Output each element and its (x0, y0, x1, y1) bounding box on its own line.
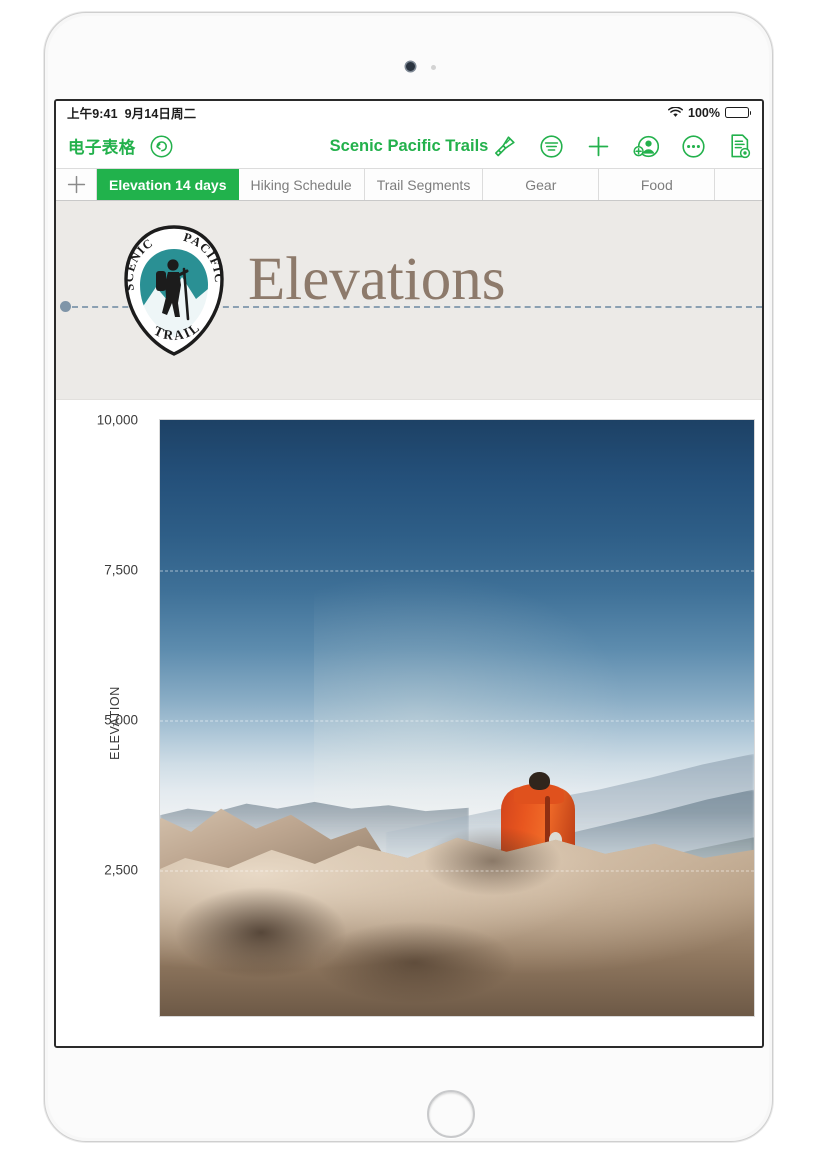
insert-plus-icon[interactable] (586, 134, 611, 159)
sheet-tab-hiking-schedule[interactable]: Hiking Schedule (238, 169, 365, 200)
chart-plot-area[interactable] (159, 419, 755, 1017)
sheet-tab-trail-segments[interactable]: Trail Segments (364, 169, 484, 200)
sheet-tab-gear[interactable]: Gear (483, 169, 600, 200)
gridline-5000 (160, 720, 754, 722)
undo-icon[interactable] (150, 135, 173, 158)
y-tick-10000: 10,000 (96, 412, 138, 428)
app-toolbar: 电子表格 Scenic Pacific Trails (56, 124, 762, 168)
photo-rock-shadow-3 (421, 825, 564, 897)
add-sheet-button[interactable] (56, 169, 97, 200)
status-bar: 上午9:41 9月14日周二 100% (56, 101, 762, 124)
battery-full-icon (725, 107, 752, 118)
sheet-title-elevations[interactable]: Elevations (248, 245, 506, 315)
sheet-canvas[interactable]: SCENIC PACIFIC TRAILS Elevations ELEVATI… (56, 201, 762, 1046)
sheet-tab-elevation-14-days[interactable]: Elevation 14 days (97, 169, 239, 200)
status-bar-right: 100% (668, 105, 752, 120)
sheet-tab-bar: Elevation 14 days Hiking Schedule Trail … (56, 168, 762, 201)
y-axis-tick-labels: 10,000 7,500 5,000 2,500 (56, 400, 148, 1045)
home-button[interactable] (427, 1090, 475, 1138)
document-view-icon[interactable] (728, 133, 752, 159)
collaborate-add-person-icon[interactable] (633, 134, 659, 159)
toolbar-actions (492, 133, 752, 159)
paintbrush-format-icon[interactable] (492, 134, 517, 159)
sheet-tab-food[interactable]: Food (599, 169, 716, 200)
hiker-head (528, 771, 551, 790)
status-date: 9月14日周二 (124, 107, 197, 121)
organize-filter-icon[interactable] (539, 134, 564, 159)
ambient-light-sensor-icon (431, 65, 436, 70)
photo-rock-shadow-2 (314, 920, 517, 1005)
status-bar-left: 上午9:41 9月14日周二 (67, 103, 196, 122)
scenic-pacific-trails-logo[interactable]: SCENIC PACIFIC TRAILS (113, 211, 230, 358)
y-tick-2500: 2,500 (104, 862, 138, 878)
gridline-7500 (160, 570, 754, 572)
photo-sun-glow (314, 551, 659, 826)
status-time: 上午9:41 (67, 107, 118, 121)
y-tick-5000: 5,000 (104, 712, 138, 728)
gridline-2500 (160, 870, 754, 872)
front-camera-icon (406, 62, 415, 71)
sheet-header-band: SCENIC PACIFIC TRAILS Elevations (56, 201, 762, 400)
y-tick-7500: 7,500 (104, 562, 138, 578)
ipad-screen: 上午9:41 9月14日周二 100% 电子表格 Scenic Pacific … (54, 99, 764, 1048)
battery-percent-label: 100% (688, 105, 720, 120)
selection-handle-dot[interactable] (60, 301, 71, 312)
back-to-spreadsheets-button[interactable]: 电子表格 (68, 134, 136, 158)
more-ellipsis-icon[interactable] (681, 134, 706, 159)
elevation-chart[interactable]: ELEVATION 10,000 7,500 5,000 2,500 (56, 400, 762, 1045)
wifi-icon (668, 106, 683, 118)
